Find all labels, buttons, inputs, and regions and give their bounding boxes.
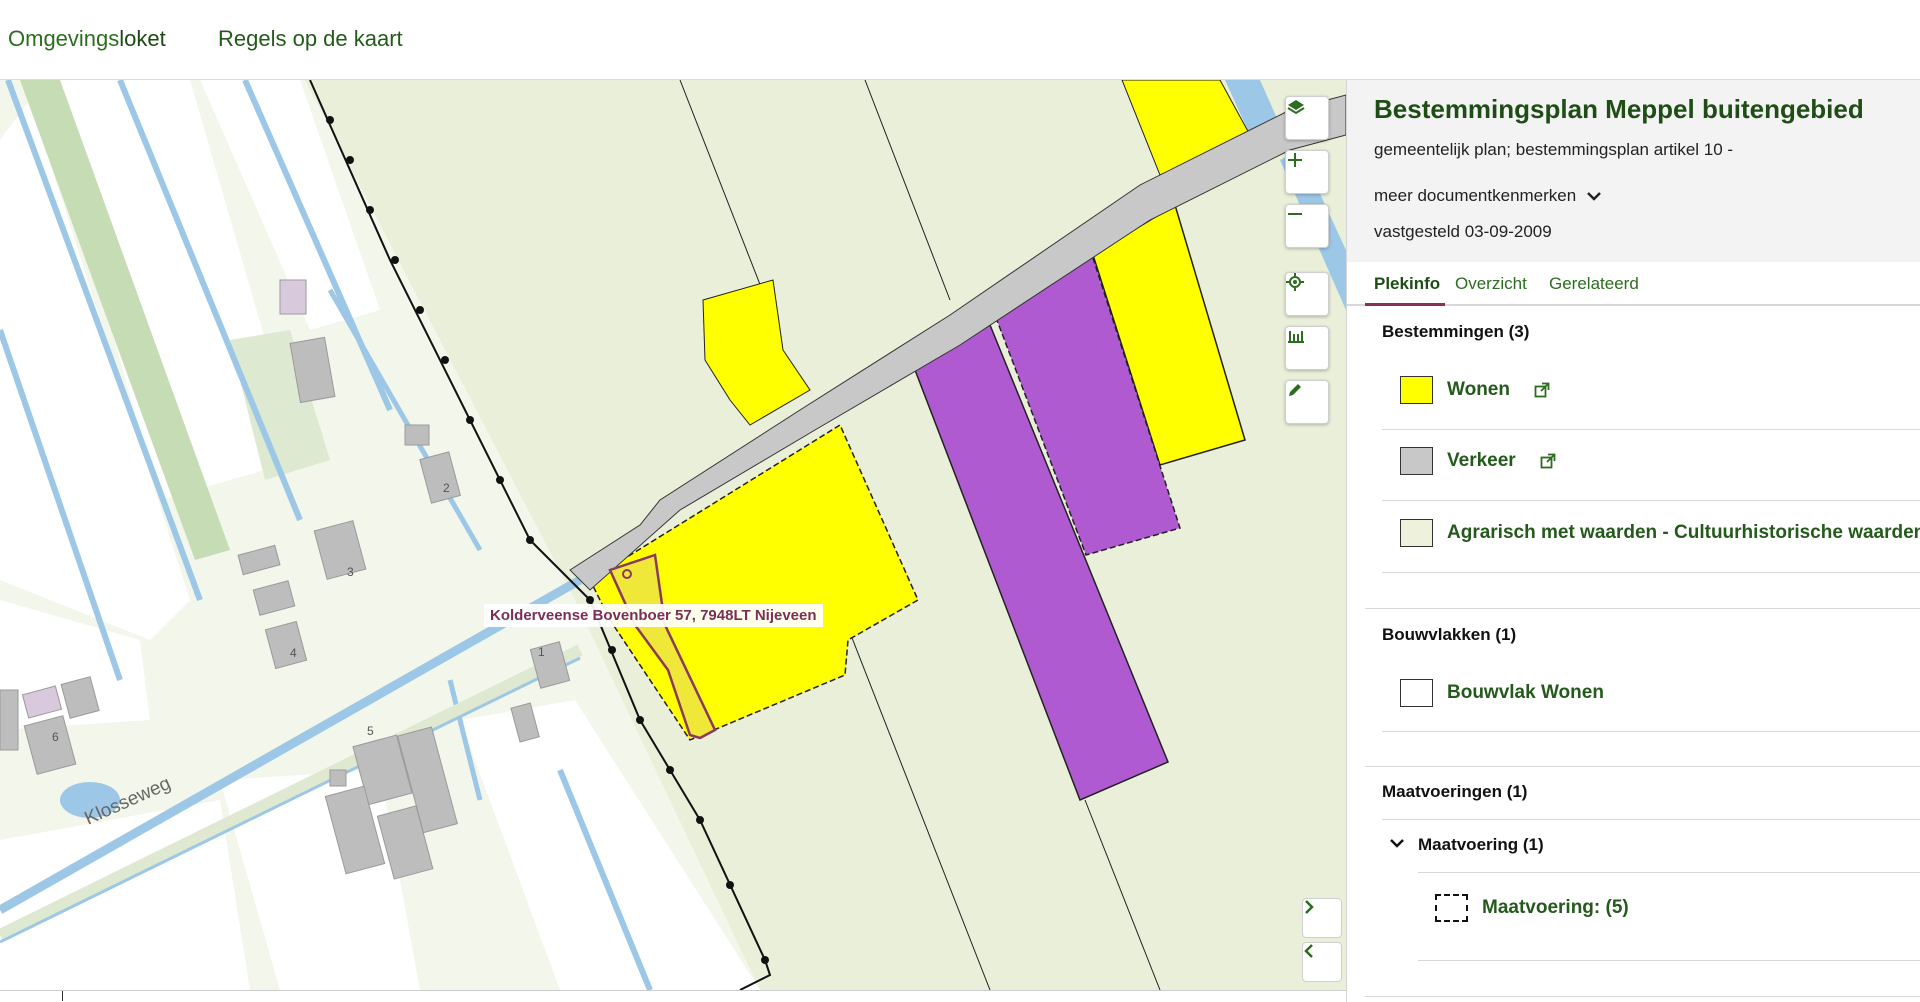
bouwvlak-wonen[interactable]: Bouwvlak Wonen <box>1400 673 1604 713</box>
layers-icon <box>1287 100 1305 115</box>
row-divider <box>1382 731 1920 732</box>
tab-plekinfo[interactable]: Plekinfo <box>1374 274 1440 294</box>
legend-swatch-agrarisch <box>1400 519 1433 547</box>
section-divider <box>1365 996 1920 997</box>
active-tab-indicator <box>1365 303 1445 306</box>
chevron-down-icon[interactable] <box>1389 837 1405 849</box>
tab-overzicht[interactable]: Overzicht <box>1455 274 1527 294</box>
chevron-right-icon <box>1305 900 1314 914</box>
bestemming-label: Wonen <box>1447 379 1510 400</box>
plan-title: Bestemmingsplan Meppel buitengebied <box>1374 94 1864 124</box>
tab-gerelateerd[interactable]: Gerelateerd <box>1549 274 1639 294</box>
bestemming-agrarisch[interactable]: Agrarisch met waarden - Cultuurhistorisc… <box>1400 513 1920 553</box>
scale-bar <box>0 990 1346 1002</box>
row-divider <box>1382 572 1920 573</box>
legend-swatch-bouwvlak <box>1400 679 1433 707</box>
bestemming-label: Verkeer <box>1447 450 1516 471</box>
zoom-out-button[interactable] <box>1285 204 1329 248</box>
section-divider <box>1365 608 1920 609</box>
bestemming-wonen[interactable]: Wonen <box>1400 370 1550 410</box>
external-link-icon <box>1540 453 1556 469</box>
row-divider <box>1382 500 1920 501</box>
row-divider <box>1382 819 1920 820</box>
house-number: 4 <box>290 646 297 660</box>
house-number: 6 <box>52 730 59 744</box>
map-canvas[interactable]: 1 2 3 4 5 6 Klosseweg <box>0 80 1346 990</box>
row-divider <box>1418 960 1920 961</box>
chevron-down-icon <box>1587 192 1602 201</box>
plan-header: Bestemmingsplan Meppel buitengebied geme… <box>1347 80 1920 262</box>
zoom-in-button[interactable] <box>1285 150 1329 194</box>
panel-expand-button[interactable] <box>1302 898 1342 938</box>
locate-icon <box>1286 273 1304 291</box>
bouwvlak-label: Bouwvlak Wonen <box>1447 682 1604 703</box>
plan-subtitle: gemeentelijk plan; bestemmingsplan artik… <box>1374 140 1734 159</box>
locate-button[interactable] <box>1285 272 1329 316</box>
external-link-icon <box>1534 382 1550 398</box>
more-link-label: meer documentkenmerken <box>1374 186 1577 205</box>
panel-tabs: Plekinfo Overzicht Gerelateerd <box>1347 262 1920 306</box>
layers-button[interactable] <box>1285 96 1329 140</box>
measure-button[interactable] <box>1285 326 1329 370</box>
house-number: 3 <box>347 565 354 579</box>
row-divider <box>1382 429 1920 430</box>
brand-logo[interactable]: Omgevingsloket <box>8 26 166 52</box>
info-panel: Bestemmingsplan Meppel buitengebied geme… <box>1346 80 1920 1002</box>
chevron-left-icon <box>1304 944 1313 958</box>
top-bar: Omgevingsloket Regels op de kaart <box>0 0 1920 80</box>
maatvoering-group-toggle[interactable]: Maatvoering (1) <box>1418 835 1544 855</box>
brand-part-2: loket <box>119 26 166 51</box>
draw-icon <box>1289 384 1301 396</box>
measure-icon <box>1288 331 1304 343</box>
house-number: 5 <box>367 724 374 738</box>
more-document-features-toggle[interactable]: meer documentkenmerken <box>1374 186 1602 206</box>
bouwvlakken-title: Bouwvlakken (1) <box>1382 625 1517 644</box>
bestemming-verkeer[interactable]: Verkeer <box>1400 441 1556 481</box>
legend-swatch-wonen <box>1400 376 1433 404</box>
bestemmingen-title: Bestemmingen (3) <box>1382 322 1530 341</box>
maatvoeringen-title: Maatvoeringen (1) <box>1382 782 1528 801</box>
legend-swatch-maatvoering <box>1435 894 1468 922</box>
address-label: Kolderveense Bovenboer 57, 7948LT Nijeve… <box>484 604 823 627</box>
house-number: 1 <box>538 645 545 659</box>
zoom-in-icon <box>1288 153 1302 167</box>
section-divider <box>1365 766 1920 767</box>
map-view[interactable]: 1 2 3 4 5 6 Klosseweg Kolderveense Boven… <box>0 80 1346 990</box>
plan-date: vastgesteld 03-09-2009 <box>1374 222 1552 241</box>
draw-button[interactable] <box>1285 380 1329 424</box>
nav-link-regels[interactable]: Regels op de kaart <box>218 26 403 52</box>
zoom-out-icon <box>1288 213 1302 215</box>
bestemming-label: Agrarisch met waarden - Cultuurhistorisc… <box>1447 522 1920 543</box>
scale-tick <box>62 991 63 1001</box>
house-number: 2 <box>443 481 450 495</box>
legend-swatch-verkeer <box>1400 447 1433 475</box>
panel-collapse-button[interactable] <box>1302 942 1342 982</box>
app: Omgevingsloket Regels op de kaart 1 2 3 … <box>0 0 1920 1002</box>
maatvoering-item[interactable]: Maatvoering: (5) <box>1435 888 1629 928</box>
maatvoering-label: Maatvoering: (5) <box>1482 897 1629 918</box>
brand-part-1: Omgevings <box>8 26 120 51</box>
row-divider <box>1418 872 1920 873</box>
